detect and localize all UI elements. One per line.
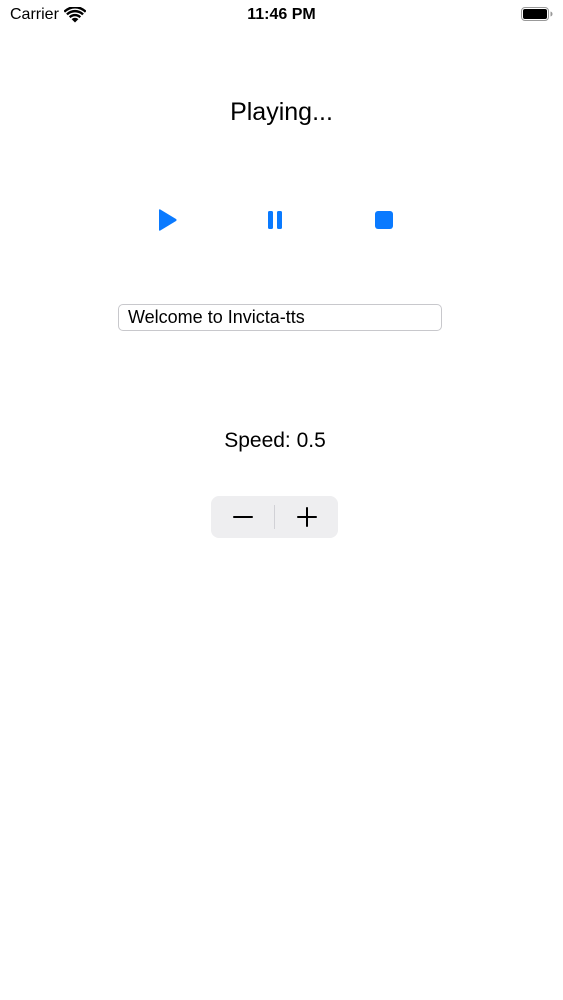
stop-icon [375, 211, 393, 229]
pause-icon [268, 211, 282, 229]
play-button[interactable] [152, 205, 182, 235]
increase-speed-button[interactable] [275, 496, 338, 538]
decrease-speed-button[interactable] [211, 496, 274, 538]
stop-button[interactable] [369, 205, 399, 235]
speech-text-input[interactable] [118, 304, 442, 331]
battery-icon [521, 7, 553, 21]
pause-button[interactable] [260, 205, 290, 235]
status-time: 11:46 PM [247, 6, 316, 23]
speed-stepper [211, 496, 338, 538]
playback-status-label: Playing... [230, 98, 333, 126]
minus-icon [232, 516, 253, 518]
status-bar: Carrier 11:46 PM [0, 0, 563, 30]
speed-label: Speed: 0.5 [224, 429, 326, 452]
play-icon [159, 209, 177, 231]
app-screen: Carrier 11:46 PM Playing... Welcome to I… [0, 0, 563, 1000]
plus-icon [296, 507, 317, 527]
